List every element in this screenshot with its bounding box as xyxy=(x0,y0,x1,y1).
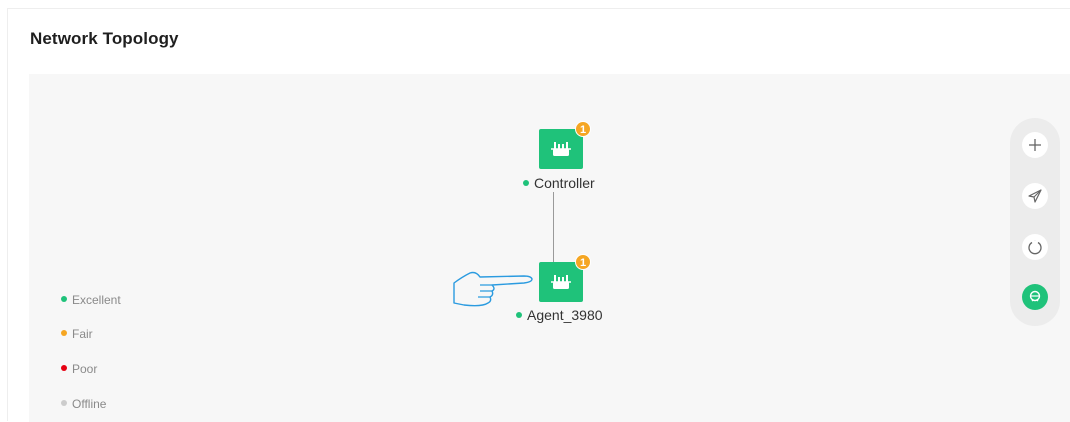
legend-item-fair: Fair xyxy=(61,327,93,341)
legend-item-excellent: Excellent xyxy=(61,293,121,307)
link-line xyxy=(553,192,554,262)
node-label-controller: Controller xyxy=(523,175,595,191)
hand-pointer-icon xyxy=(452,269,536,314)
router-icon xyxy=(1029,290,1041,302)
topology-canvas[interactable]: 1 Controller 1 Agent_3980 Excellent Fair… xyxy=(29,74,1070,422)
router-icon[interactable] xyxy=(539,262,583,302)
alert-badge: 1 xyxy=(575,121,591,137)
router-icon[interactable] xyxy=(539,129,583,169)
node-controller[interactable]: 1 xyxy=(539,121,591,169)
zoom-in-button[interactable] xyxy=(1022,132,1048,158)
node-name: Controller xyxy=(534,175,595,191)
send-icon xyxy=(1028,189,1042,203)
topology-toolbar xyxy=(1010,118,1060,326)
legend-dot xyxy=(61,400,67,406)
status-dot xyxy=(523,180,529,186)
node-agent[interactable]: 1 xyxy=(539,254,591,302)
legend-item-offline: Offline xyxy=(61,397,106,411)
legend-dot xyxy=(61,296,67,302)
router-mode-button[interactable] xyxy=(1022,284,1048,310)
plus-icon xyxy=(1029,139,1041,151)
legend-label: Excellent xyxy=(72,293,121,307)
legend-label: Poor xyxy=(72,362,98,376)
legend-dot xyxy=(61,365,67,371)
legend-dot xyxy=(61,330,67,336)
node-name: Agent_3980 xyxy=(527,307,603,323)
topology-card: Network Topology 1 Controller 1 Agent_39… xyxy=(7,8,1070,422)
legend-label: Offline xyxy=(72,397,107,411)
power-icon xyxy=(1028,240,1042,255)
send-button[interactable] xyxy=(1022,183,1048,209)
page-title: Network Topology xyxy=(30,29,179,48)
legend-label: Fair xyxy=(72,327,93,341)
legend-item-poor: Poor xyxy=(61,362,97,376)
alert-badge: 1 xyxy=(575,254,591,270)
refresh-button[interactable] xyxy=(1022,234,1048,260)
